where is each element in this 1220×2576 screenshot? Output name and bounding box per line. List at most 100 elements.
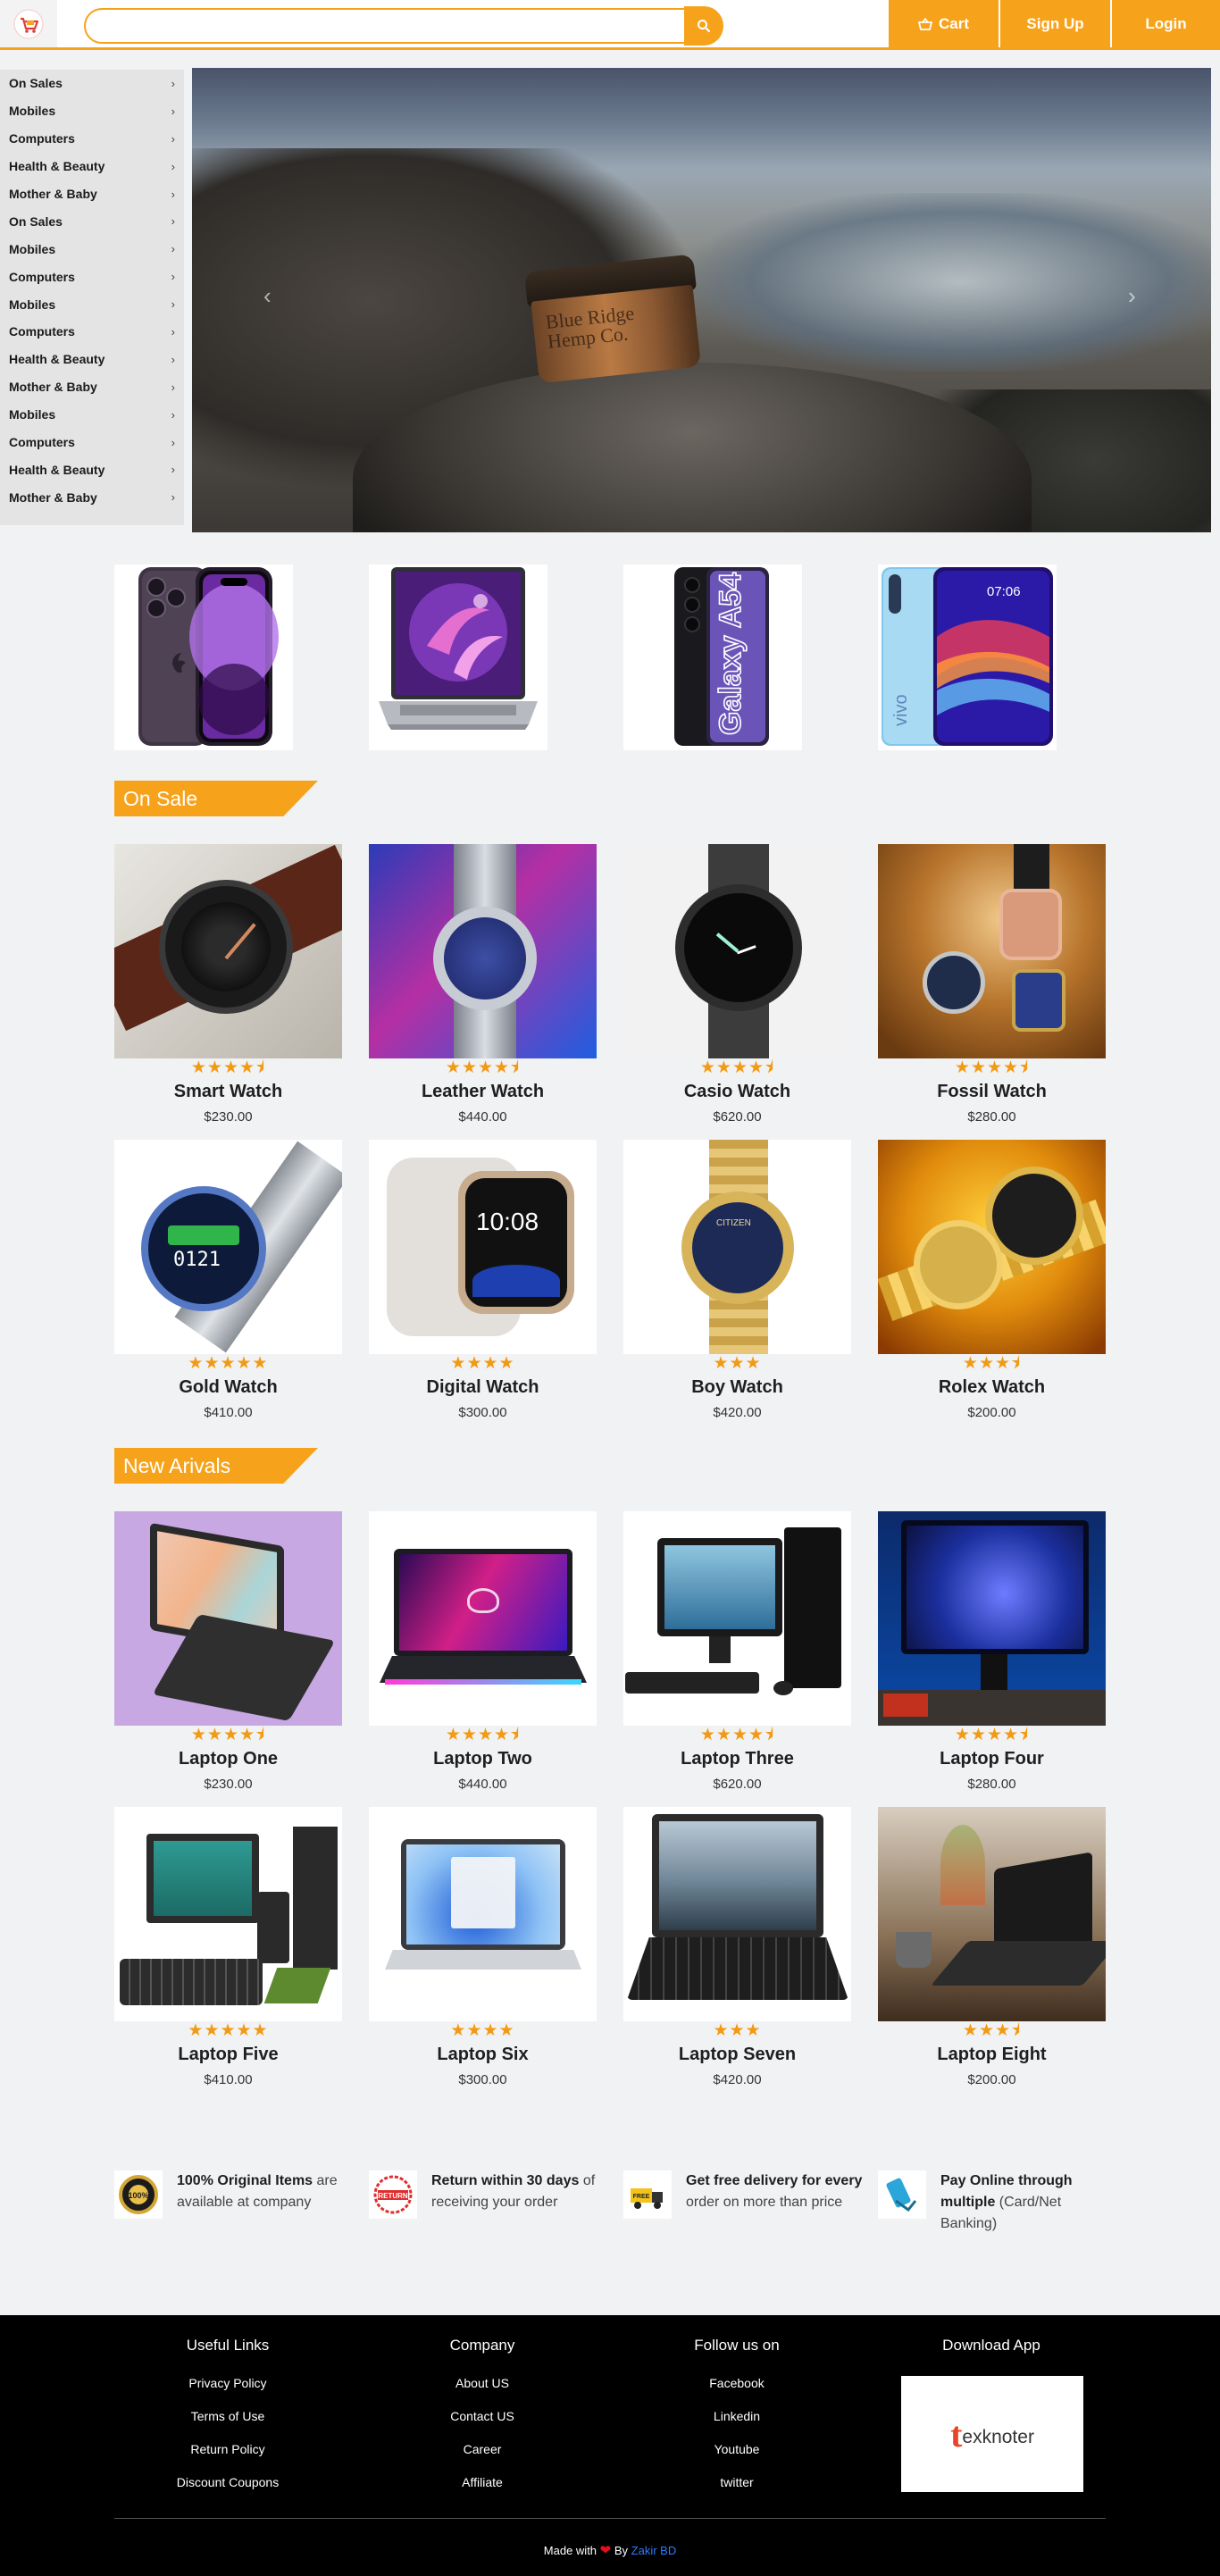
hero-next-arrow[interactable]: › bbox=[1128, 282, 1136, 310]
cart-button[interactable]: Cart bbox=[888, 0, 999, 47]
sidebar-item[interactable]: Health & Beauty › bbox=[0, 346, 184, 373]
footer-credit: Made with ❤ By Zakir BD bbox=[0, 2542, 1220, 2558]
cart-label: Cart bbox=[938, 14, 969, 32]
product-name[interactable]: Casio Watch bbox=[623, 1082, 851, 1102]
product-name[interactable]: Boy Watch bbox=[623, 1377, 851, 1398]
sidebar-item[interactable]: Mobiles › bbox=[0, 97, 184, 125]
product-name[interactable]: Laptop Two bbox=[369, 1749, 597, 1769]
product-image[interactable] bbox=[623, 1511, 851, 1726]
product-card[interactable]: ★★★ Laptop Seven $420.00 bbox=[623, 1807, 851, 2087]
product-name[interactable]: Laptop Seven bbox=[623, 2045, 851, 2065]
product-image[interactable]: CITIZEN bbox=[623, 1140, 851, 1354]
product-name[interactable]: Leather Watch bbox=[369, 1082, 597, 1102]
search-button[interactable] bbox=[684, 6, 723, 46]
product-name[interactable]: Gold Watch bbox=[114, 1377, 342, 1398]
login-button[interactable]: Login bbox=[1111, 0, 1220, 47]
product-card[interactable]: ★★★★⯨ Casio Watch $620.00 bbox=[623, 844, 851, 1125]
footer-link[interactable]: twitter bbox=[625, 2475, 848, 2489]
product-image[interactable] bbox=[878, 1807, 1106, 2021]
product-name[interactable]: Rolex Watch bbox=[878, 1377, 1106, 1398]
product-name[interactable]: Laptop Six bbox=[369, 2045, 597, 2065]
product-card[interactable]: CITIZEN ★★★ Boy Watch $420.00 bbox=[623, 1140, 851, 1420]
chevron-right-icon: › bbox=[171, 435, 175, 449]
footer-link[interactable]: Career bbox=[371, 2442, 594, 2456]
sidebar-item[interactable]: Mother & Baby › bbox=[0, 483, 184, 511]
sidebar-item[interactable]: Mobiles › bbox=[0, 401, 184, 429]
sidebar-item[interactable]: Health & Beauty › bbox=[0, 456, 184, 483]
product-name[interactable]: Smart Watch bbox=[114, 1082, 342, 1102]
footer-link[interactable]: Facebook bbox=[625, 2376, 848, 2390]
product-card[interactable]: ★★★★ Laptop Six $300.00 bbox=[369, 1807, 597, 2087]
product-card[interactable]: ★★★⯨ Laptop Eight $200.00 bbox=[878, 1807, 1106, 2087]
sidebar-item[interactable]: Mother & Baby › bbox=[0, 373, 184, 401]
product-price: $200.00 bbox=[967, 2072, 1016, 2087]
sidebar-item[interactable]: Mobiles › bbox=[0, 290, 184, 318]
product-card[interactable]: ★★★★⯨ Fossil Watch $280.00 bbox=[878, 844, 1106, 1125]
sidebar-item[interactable]: Computers › bbox=[0, 263, 184, 290]
footer-link[interactable]: Terms of Use bbox=[116, 2409, 339, 2423]
chevron-right-icon: › bbox=[171, 242, 175, 256]
footer-link[interactable]: Affiliate bbox=[371, 2475, 594, 2489]
sidebar-item[interactable]: Computers › bbox=[0, 125, 184, 153]
category-tile-iphone[interactable] bbox=[114, 565, 293, 750]
product-image[interactable] bbox=[114, 1807, 342, 2021]
product-card[interactable]: ★★★★⯨ Laptop One $230.00 bbox=[114, 1511, 342, 1792]
product-card[interactable]: ★★★★⯨ Laptop Two $440.00 bbox=[369, 1511, 597, 1792]
hero-banner[interactable]: Blue Ridge Hemp Co. ‹ › bbox=[192, 68, 1211, 532]
product-card[interactable]: 10:08 ★★★★ Digital Watch $300.00 bbox=[369, 1140, 597, 1420]
sidebar-item[interactable]: Mobiles › bbox=[0, 235, 184, 263]
product-image[interactable] bbox=[369, 844, 597, 1058]
product-image[interactable] bbox=[623, 1807, 851, 2021]
signup-button[interactable]: Sign Up bbox=[999, 0, 1110, 47]
sidebar-item-label: Mobiles bbox=[9, 241, 56, 256]
product-image[interactable] bbox=[878, 1140, 1106, 1354]
product-card[interactable]: ★★★★⯨ Smart Watch $230.00 bbox=[114, 844, 342, 1125]
sidebar-item[interactable]: Computers › bbox=[0, 318, 184, 346]
search-input[interactable] bbox=[84, 8, 691, 44]
product-image[interactable] bbox=[878, 844, 1106, 1058]
footer-link[interactable]: Contact US bbox=[371, 2409, 594, 2423]
product-image[interactable] bbox=[369, 1511, 597, 1726]
product-name[interactable]: Laptop Five bbox=[114, 2045, 342, 2065]
product-name[interactable]: Laptop Eight bbox=[878, 2045, 1106, 2065]
product-price: $420.00 bbox=[713, 1405, 762, 1420]
product-name[interactable]: Laptop Four bbox=[878, 1749, 1106, 1769]
product-name[interactable]: Laptop Three bbox=[623, 1749, 851, 1769]
product-name[interactable]: Fossil Watch bbox=[878, 1082, 1106, 1102]
footer-link[interactable]: Youtube bbox=[625, 2442, 848, 2456]
product-name[interactable]: Digital Watch bbox=[369, 1377, 597, 1398]
footer-link[interactable]: Discount Coupons bbox=[116, 2475, 339, 2489]
product-image[interactable]: 10:08 bbox=[369, 1140, 597, 1354]
product-image[interactable] bbox=[623, 844, 851, 1058]
product-name[interactable]: Laptop One bbox=[114, 1749, 342, 1769]
product-card[interactable]: ★★★★⯨ Laptop Four $280.00 bbox=[878, 1511, 1106, 1792]
product-price: $230.00 bbox=[204, 1777, 253, 1792]
product-image[interactable] bbox=[878, 1511, 1106, 1726]
download-app-logo[interactable]: t exknoter bbox=[901, 2376, 1083, 2492]
sidebar-item[interactable]: Computers › bbox=[0, 429, 184, 456]
site-logo[interactable] bbox=[0, 0, 57, 47]
hero-prev-arrow[interactable]: ‹ bbox=[263, 282, 272, 310]
sidebar-item[interactable]: Mother & Baby › bbox=[0, 180, 184, 208]
footer-link[interactable]: About US bbox=[371, 2376, 594, 2390]
product-image[interactable]: 0121 bbox=[114, 1140, 342, 1354]
footer-link[interactable]: Return Policy bbox=[116, 2442, 339, 2456]
product-image[interactable] bbox=[369, 1807, 597, 2021]
product-card[interactable]: ★★★⯨ Rolex Watch $200.00 bbox=[878, 1140, 1106, 1420]
category-tile-vivo[interactable]: vivo 07:06 bbox=[878, 565, 1057, 750]
product-card[interactable]: ★★★★⯨ Laptop Three $620.00 bbox=[623, 1511, 851, 1792]
sidebar-item[interactable]: On Sales › bbox=[0, 70, 184, 97]
sidebar-item[interactable]: On Sales › bbox=[0, 207, 184, 235]
category-tile-galaxy[interactable]: Galaxy A54 5G bbox=[623, 565, 802, 750]
product-card[interactable]: ★★★★★ Laptop Five $410.00 bbox=[114, 1807, 342, 2087]
footer-link[interactable]: Linkedin bbox=[625, 2409, 848, 2423]
category-tile-laptop[interactable] bbox=[369, 565, 547, 750]
product-card[interactable]: ★★★★⯨ Leather Watch $440.00 bbox=[369, 844, 597, 1125]
product-image[interactable] bbox=[114, 844, 342, 1058]
product-image[interactable] bbox=[114, 1511, 342, 1726]
sidebar-item[interactable]: Health & Beauty › bbox=[0, 153, 184, 180]
footer-link[interactable]: Privacy Policy bbox=[116, 2376, 339, 2390]
product-card[interactable]: 0121 ★★★★★ Gold Watch $410.00 bbox=[114, 1140, 342, 1420]
feature-item: Pay Online through multiple (Card/Net Ba… bbox=[878, 2170, 1119, 2242]
credit-author-link[interactable]: Zakir BD bbox=[631, 2544, 677, 2557]
